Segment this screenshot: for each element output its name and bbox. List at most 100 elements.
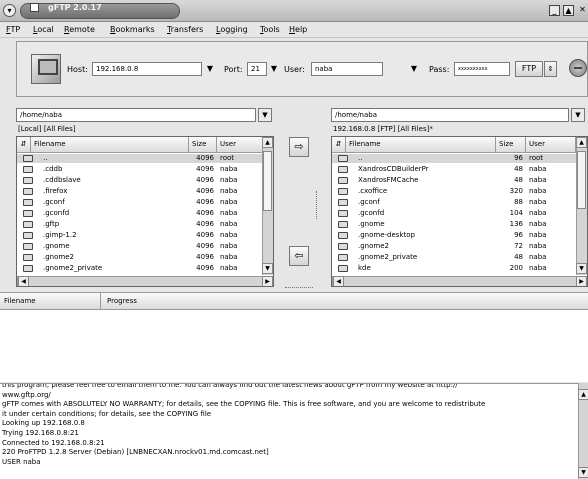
host-dropdown-icon[interactable]: ▼ [205,62,215,76]
scroll-down-icon[interactable]: ▼ [262,263,273,274]
maximize-icon[interactable]: ▲ [563,5,574,16]
file-row[interactable]: .gnome 4096 naba [17,242,262,251]
file-row[interactable]: .gconfd 104 naba [332,209,576,218]
remote-col-size[interactable]: Size [496,137,526,153]
file-row[interactable]: .gimp-1.2 4096 naba [17,231,262,240]
port-dropdown-icon[interactable]: ▼ [269,62,279,76]
column-divider [100,293,101,309]
file-row[interactable]: .gconf 4096 naba [17,198,262,207]
user-input[interactable]: naba [311,62,383,76]
transfer-list-header: Filename Progress [0,292,588,310]
transfer-col-filename[interactable]: Filename [4,297,36,305]
local-path-input[interactable]: /home/naba [16,108,256,122]
local-hscrollbar[interactable]: ◀ ▶ [17,276,273,286]
file-size: 48 [514,176,523,184]
stop-icon[interactable] [569,59,587,77]
protocol-select[interactable]: FTP [515,61,543,77]
menu-bar: FTP Local Remote Bookmarks Transfers Log… [0,22,588,38]
sort-icon[interactable]: ⇵ [17,137,31,153]
transfer-col-progress[interactable]: Progress [107,297,137,305]
scroll-thumb[interactable] [577,151,586,209]
window-menu-icon[interactable]: ▾ [3,4,16,17]
menu-local[interactable]: Local [33,25,54,34]
file-row[interactable]: .gftp 4096 naba [17,220,262,229]
local-vscrollbar[interactable]: ▲ ▼ [262,137,273,275]
user-dropdown-icon[interactable]: ▼ [409,62,419,76]
file-size: 4096 [196,242,214,250]
scroll-up-icon[interactable]: ▲ [576,137,587,148]
file-name: kde [358,264,371,272]
file-row[interactable]: XandrosFMCache 48 naba [332,176,576,185]
file-row[interactable]: .firefox 4096 naba [17,187,262,196]
password-input[interactable]: xxxxxxxxxx [454,62,510,76]
file-size: 4096 [196,165,214,173]
file-row[interactable]: .gconf 88 naba [332,198,576,207]
file-row[interactable]: .gnome 136 naba [332,220,576,229]
transfer-list[interactable] [0,310,588,382]
scroll-up-icon[interactable]: ▲ [262,137,273,148]
folder-icon [338,210,348,217]
scroll-up-icon[interactable]: ▲ [578,389,588,400]
menu-tools[interactable]: Tools [260,25,280,34]
menu-bookmarks[interactable]: Bookmarks [110,25,155,34]
upload-arrow-icon[interactable]: ⇨ [289,137,309,157]
scroll-thumb[interactable] [263,151,272,211]
file-row[interactable]: kde 200 naba [332,264,576,273]
file-size: 136 [509,220,523,228]
file-row[interactable]: .cddb 4096 naba [17,165,262,174]
remote-hscrollbar[interactable]: ◀ ▶ [332,276,587,286]
download-arrow-icon[interactable]: ⇦ [289,246,309,266]
file-row[interactable]: .gnome2_private 48 naba [332,253,576,262]
menu-remote[interactable]: Remote [64,25,95,34]
menu-ftp[interactable]: FTP [6,25,20,34]
menu-help[interactable]: Help [289,25,307,34]
remote-col-filename[interactable]: Filename [346,137,496,153]
remote-path-dropdown-icon[interactable]: ▼ [571,108,585,122]
file-user: naba [220,231,238,239]
file-name: .gconf [358,198,380,206]
close-icon[interactable]: ✕ [577,5,588,16]
connect-icon[interactable] [31,54,61,84]
local-col-size[interactable]: Size [189,137,217,153]
file-row[interactable]: .. 96 root [332,154,576,163]
menu-transfers[interactable]: Transfers [167,25,203,34]
file-row[interactable]: .gnome2 72 naba [332,242,576,251]
file-row[interactable]: .gconfd 4096 naba [17,209,262,218]
parent-folder-icon [23,155,33,162]
scroll-left-icon[interactable]: ◀ [333,276,344,286]
file-row[interactable]: .gnome2_private 4096 naba [17,264,262,273]
menu-logging[interactable]: Logging [216,25,248,34]
local-col-filename[interactable]: Filename [31,137,189,153]
remote-file-list[interactable]: ⇵ Filename Size User .. 96 root XandrosCDBu… [331,136,588,287]
scroll-down-icon[interactable]: ▼ [576,263,587,274]
file-row[interactable]: .gnome-desktop 96 naba [332,231,576,240]
pane-handle[interactable] [316,191,318,219]
file-row[interactable]: .cddbslave 4096 naba [17,176,262,185]
local-file-list[interactable]: ⇵ Filename Size User .. 4096 root .cddb 4096… [16,136,274,287]
scroll-down-icon[interactable]: ▼ [578,467,588,478]
file-name: .gnome-desktop [358,231,415,239]
host-input[interactable]: 192.168.0.8 [92,62,202,76]
file-row[interactable]: XandrosCDBuilderPr 48 naba [332,165,576,174]
remote-vscrollbar[interactable]: ▲ ▼ [576,137,587,275]
minimize-icon[interactable]: _ [549,5,560,16]
file-row[interactable]: .gnome2 4096 naba [17,253,262,262]
remote-col-user[interactable]: User [526,137,576,153]
local-col-user[interactable]: User [217,137,263,153]
log-line: Connected to 192.168.0.8:21 [2,438,105,447]
file-user: naba [529,231,547,239]
local-path-dropdown-icon[interactable]: ▼ [258,108,272,122]
file-row[interactable]: .cxoffice 320 naba [332,187,576,196]
scroll-right-icon[interactable]: ▶ [262,276,273,286]
remote-path-input[interactable]: /home/naba [331,108,569,122]
port-input[interactable]: 21 [247,62,267,76]
file-name: XandrosFMCache [358,176,419,184]
file-size: 4096 [196,264,214,272]
pane-splitter[interactable] [285,287,313,290]
log-vscrollbar[interactable]: ▲ ▼ [578,383,588,479]
scroll-right-icon[interactable]: ▶ [576,276,587,286]
protocol-dropdown-icon[interactable]: ⇕ [544,61,557,77]
file-row[interactable]: .. 4096 root [17,154,262,163]
sort-icon[interactable]: ⇵ [332,137,346,153]
scroll-left-icon[interactable]: ◀ [18,276,29,286]
